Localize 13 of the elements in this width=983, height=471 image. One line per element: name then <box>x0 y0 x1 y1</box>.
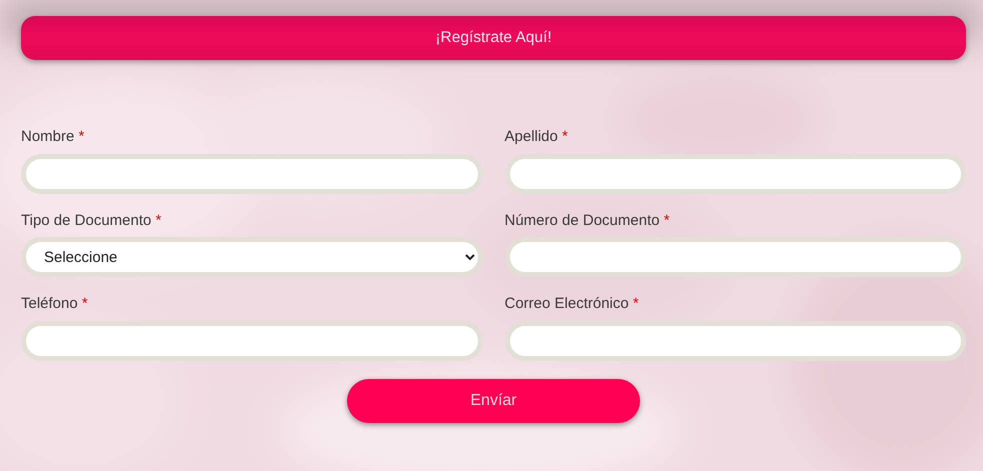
field-label: Apellido * <box>504 127 568 147</box>
input-field[interactable] <box>504 320 966 360</box>
input-field[interactable] <box>504 237 966 277</box>
header-banner: ¡Regístrate Aquí! <box>21 16 966 60</box>
select-field[interactable]: Seleccione <box>21 237 482 277</box>
field-label: Teléfono * <box>21 294 88 314</box>
input-field[interactable] <box>21 154 482 194</box>
field-label: Número de Documento * <box>504 210 670 230</box>
input-field[interactable] <box>21 320 482 360</box>
field-label: Tipo de Documento * <box>21 210 162 230</box>
input-field[interactable] <box>504 154 966 194</box>
field-label: Nombre * <box>21 127 84 147</box>
field-label: Correo Electrónico * <box>504 294 639 314</box>
